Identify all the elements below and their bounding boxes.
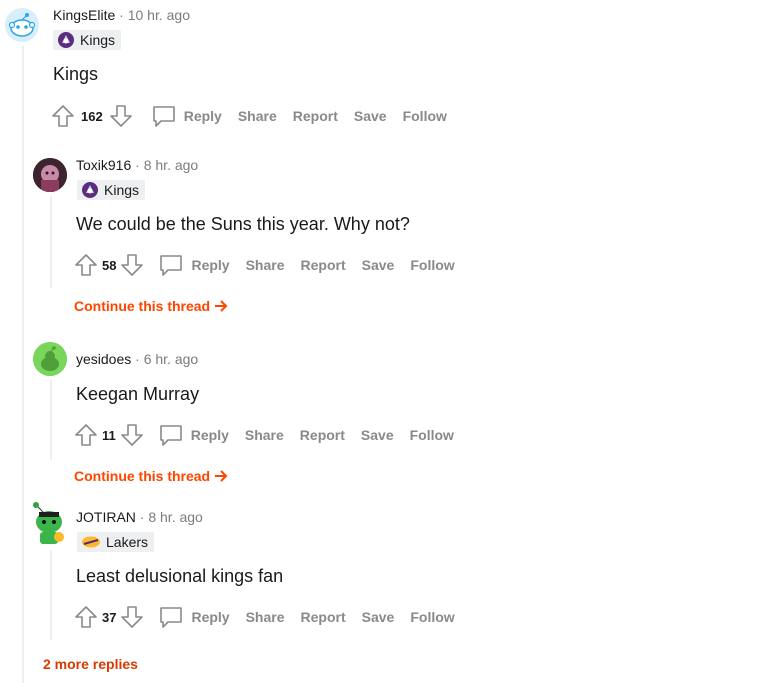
reply-button[interactable]: Reply [158,423,229,447]
downvote-icon[interactable] [120,253,144,277]
snoo-avatar-icon [33,502,64,544]
author-name[interactable]: JOTIRAN [76,509,136,525]
upvote-icon[interactable] [74,253,98,277]
timestamp[interactable]: 8 hr. ago [144,157,199,173]
follow-button[interactable]: Follow [410,609,454,625]
thread-line-root[interactable] [22,46,24,683]
upvote-icon[interactable] [74,423,98,447]
user-flair: Kings [53,30,122,50]
comment-bubble-icon [159,425,182,446]
continue-thread-link[interactable]: Continue this thread [74,298,228,314]
reply-button[interactable]: Reply [151,104,222,128]
comment-bubble-icon [160,255,183,276]
author-name[interactable]: Toxik916 [76,157,131,173]
comment-bubble-icon [152,106,175,127]
continue-thread-label: Continue this thread [74,298,211,314]
report-button[interactable]: Report [301,257,346,273]
kings-logo-icon [82,182,98,198]
user-photo-icon [33,158,67,192]
share-button[interactable]: Share [245,427,284,443]
upvote-icon[interactable] [51,104,75,128]
flair-label: Kings [80,32,116,48]
save-button[interactable]: Save [362,609,395,625]
vote-count: 11 [102,427,116,443]
comment-body: Keegan Murray [76,384,200,404]
user-flair: Lakers [77,532,155,552]
meta-separator: · [139,509,145,525]
meta-separator: · [119,7,124,23]
follow-button[interactable]: Follow [403,108,447,124]
vote-controls: 37 [74,605,144,629]
downvote-icon[interactable] [109,104,133,128]
downvote-icon[interactable] [120,423,144,447]
comment-actions: 58 Reply Share Report Save Follow [74,251,455,279]
avatar[interactable] [30,500,68,546]
arrow-right-icon [215,300,228,312]
thread-line-yesidoes[interactable] [50,380,52,460]
reply-label: Reply [191,609,230,625]
continue-thread-link[interactable]: Continue this thread [74,468,228,484]
follow-button[interactable]: Follow [410,257,454,273]
author-name[interactable]: yesidoes [76,351,131,367]
flair-label: Kings [104,182,140,198]
vote-controls: 11 [74,423,144,447]
comment-meta: JOTIRAN · 8 hr. ago [76,508,203,526]
share-button[interactable]: Share [246,257,285,273]
report-button[interactable]: Report [300,427,345,443]
meta-separator: · [135,351,140,367]
vote-count: 58 [102,257,117,273]
timestamp[interactable]: 8 hr. ago [148,509,203,525]
user-flair: Kings [77,180,146,200]
arrow-right-icon [215,470,228,482]
vote-controls: 58 [74,253,144,277]
reply-label: Reply [183,108,222,124]
report-button[interactable]: Report [293,108,338,124]
vote-count: 37 [102,609,117,625]
save-button[interactable]: Save [354,108,387,124]
comment-actions: 37 Reply Share Report Save Follow [74,603,455,631]
lakers-logo-icon [82,536,100,548]
comment-body: Least delusional kings fan [76,566,284,586]
reply-button[interactable]: Reply [158,253,230,277]
comment-actions: 11 Reply Share Report Save Follow [74,421,454,449]
comment-actions: 162 Reply Share Report Save Follow [51,102,447,130]
kings-logo-icon [58,32,74,48]
avatar[interactable] [33,342,67,376]
flair-label: Lakers [106,534,149,550]
share-button[interactable]: Share [246,609,285,625]
meta-separator: · [135,157,140,173]
author-name[interactable]: KingsElite [53,7,115,23]
avatar[interactable] [33,158,67,192]
follow-button[interactable]: Follow [410,427,454,443]
snoo-avatar-icon [5,8,39,42]
vote-controls: 162 [51,104,133,128]
comment-bubble-icon [160,607,183,628]
save-button[interactable]: Save [361,427,394,443]
share-button[interactable]: Share [238,108,277,124]
save-button[interactable]: Save [362,257,395,273]
comment-meta: Toxik916 · 8 hr. ago [76,156,198,174]
downvote-icon[interactable] [120,605,144,629]
comment-meta: yesidoes · 6 hr. ago [76,350,198,368]
reply-label: Reply [190,427,229,443]
thread-line-toxik[interactable] [50,196,52,288]
continue-thread-label: Continue this thread [74,468,211,484]
reply-button[interactable]: Reply [158,605,230,629]
upvote-icon[interactable] [74,605,98,629]
comment-body: Kings [53,64,99,84]
avatar[interactable] [5,8,39,42]
timestamp[interactable]: 10 hr. ago [128,7,190,23]
report-button[interactable]: Report [301,609,346,625]
more-replies-link[interactable]: 2 more replies [43,656,138,672]
snoo-avatar-icon [33,342,67,376]
comment-body: We could be the Suns this year. Why not? [76,214,410,234]
vote-count: 162 [81,108,103,124]
comment-meta: KingsElite · 10 hr. ago [53,6,190,24]
timestamp[interactable]: 6 hr. ago [144,351,199,367]
reply-label: Reply [191,257,230,273]
thread-line-jotiran[interactable] [50,550,52,640]
